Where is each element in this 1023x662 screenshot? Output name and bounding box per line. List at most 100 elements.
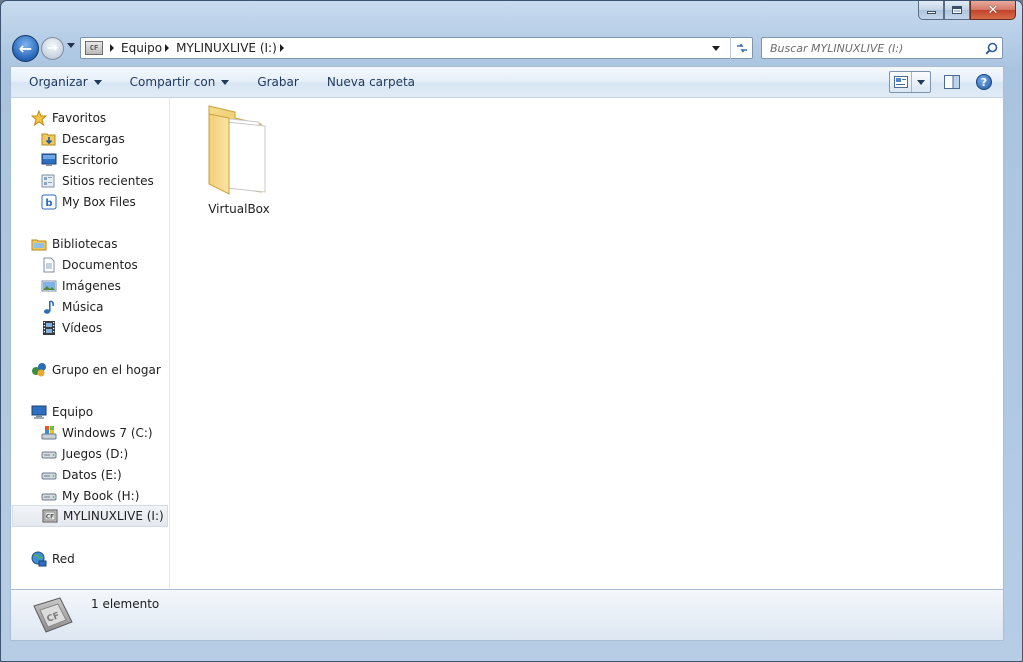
folder-label: VirtualBox bbox=[208, 202, 270, 216]
view-icon[interactable] bbox=[890, 72, 912, 92]
search-input[interactable] bbox=[770, 41, 980, 55]
caption-buttons: ✕ bbox=[918, 1, 1016, 22]
network-globe-icon bbox=[31, 551, 47, 567]
sidebar-label: MYLINUXLIVE (I:) bbox=[63, 509, 164, 523]
details-pane: CF 1 elemento bbox=[10, 589, 1004, 641]
sidebar-item-homegroup[interactable]: Grupo en el hogar bbox=[11, 359, 168, 380]
chevron-down-icon bbox=[221, 79, 230, 85]
organize-label: Organizar bbox=[29, 75, 88, 89]
sidebar-item-drive-i[interactable]: CF MYLINUXLIVE (I:) bbox=[12, 505, 168, 527]
change-view-button[interactable] bbox=[889, 71, 931, 93]
hard-drive-icon bbox=[41, 446, 57, 462]
maximize-button[interactable] bbox=[944, 1, 970, 20]
share-with-label: Compartir con bbox=[129, 75, 216, 89]
sidebar-label: Música bbox=[62, 299, 104, 314]
burn-button[interactable]: Grabar bbox=[247, 70, 309, 94]
svg-text:CF: CF bbox=[46, 514, 55, 521]
search-box[interactable] bbox=[761, 37, 1003, 59]
breadcrumb-computer[interactable]: Equipo bbox=[121, 41, 162, 55]
search-icon[interactable] bbox=[980, 42, 1002, 55]
breadcrumb-drive[interactable]: MYLINUXLIVE (I:) bbox=[176, 41, 277, 55]
sidebar-item-drive-d[interactable]: Juegos (D:) bbox=[11, 443, 168, 464]
homegroup-icon bbox=[31, 362, 47, 378]
sidebar-item-documents[interactable]: Documentos bbox=[11, 254, 168, 275]
sidebar-item-drive-c[interactable]: Windows 7 (C:) bbox=[11, 422, 168, 443]
sidebar-label: My Book (H:) bbox=[62, 488, 140, 503]
sidebar-label: Bibliotecas bbox=[52, 236, 118, 251]
sidebar-item-my-box-files[interactable]: b My Box Files bbox=[11, 191, 168, 212]
sidebar-label: Datos (E:) bbox=[62, 467, 122, 482]
svg-text:b: b bbox=[45, 198, 52, 209]
sidebar-item-desktop[interactable]: Escritorio bbox=[11, 149, 168, 170]
breadcrumb-separator-icon[interactable] bbox=[279, 44, 284, 52]
desktop-icon bbox=[41, 152, 57, 168]
file-list: VirtualBox bbox=[171, 98, 1003, 589]
box-icon: b bbox=[41, 194, 57, 210]
close-button[interactable]: ✕ bbox=[970, 1, 1016, 20]
sidebar-item-videos[interactable]: Vídeos bbox=[11, 317, 168, 338]
burn-label: Grabar bbox=[257, 75, 299, 89]
main-area: Favoritos Descargas Escritorio Sitios re… bbox=[10, 98, 1004, 589]
recent-pages-dropdown[interactable] bbox=[67, 43, 75, 48]
sidebar-item-drive-h[interactable]: My Book (H:) bbox=[11, 485, 168, 506]
sidebar-label: Favoritos bbox=[52, 110, 107, 125]
new-folder-button[interactable]: Nueva carpeta bbox=[317, 70, 425, 94]
forward-button[interactable]: → bbox=[41, 37, 64, 60]
sidebar-label: Equipo bbox=[52, 404, 94, 419]
refresh-icon bbox=[737, 43, 747, 53]
minimize-button[interactable] bbox=[918, 1, 944, 20]
minimize-icon bbox=[926, 11, 936, 14]
refresh-button[interactable] bbox=[730, 37, 753, 59]
organize-button[interactable]: Organizar bbox=[19, 70, 112, 94]
windows-drive-icon bbox=[41, 425, 57, 441]
navigation-pane: Favoritos Descargas Escritorio Sitios re… bbox=[11, 98, 170, 589]
sidebar-item-computer[interactable]: Equipo bbox=[11, 401, 168, 422]
maximize-icon bbox=[952, 6, 962, 14]
share-with-button[interactable]: Compartir con bbox=[120, 70, 240, 94]
sidebar-label: Red bbox=[52, 551, 75, 566]
recent-places-icon bbox=[41, 173, 57, 189]
compact-flash-drive-icon: CF bbox=[42, 508, 58, 524]
new-folder-label: Nueva carpeta bbox=[326, 75, 416, 89]
sidebar-label: Sitios recientes bbox=[62, 173, 154, 188]
breadcrumb-separator-icon[interactable] bbox=[165, 44, 170, 52]
preview-pane-icon bbox=[944, 75, 960, 89]
sidebar-label: Imágenes bbox=[62, 278, 121, 293]
star-icon bbox=[31, 109, 47, 126]
sidebar-item-favorites[interactable]: Favoritos bbox=[11, 107, 168, 128]
sidebar-item-network[interactable]: Red bbox=[11, 548, 168, 569]
music-note-icon bbox=[41, 299, 57, 315]
downloads-folder-icon bbox=[41, 131, 57, 147]
sidebar-label: Windows 7 (C:) bbox=[62, 425, 153, 440]
sidebar-item-pictures[interactable]: Imágenes bbox=[11, 275, 168, 296]
drive-icon: CF bbox=[85, 41, 103, 55]
sidebar-item-drive-e[interactable]: Datos (E:) bbox=[11, 464, 168, 485]
sidebar-item-music[interactable]: Música bbox=[11, 296, 168, 317]
folder-item[interactable]: VirtualBox bbox=[189, 104, 289, 219]
sidebar-item-downloads[interactable]: Descargas bbox=[11, 128, 168, 149]
command-bar: Organizar Compartir con Grabar Nueva car… bbox=[10, 66, 1004, 98]
chevron-down-icon bbox=[917, 79, 925, 85]
compact-flash-drive-icon: CF bbox=[29, 593, 75, 637]
address-history-dropdown[interactable] bbox=[712, 45, 720, 51]
folder-icon bbox=[208, 105, 266, 195]
sidebar-item-libraries[interactable]: Bibliotecas bbox=[11, 233, 168, 254]
documents-icon bbox=[41, 257, 57, 273]
breadcrumb-separator-icon[interactable] bbox=[110, 44, 114, 52]
help-button[interactable]: ? bbox=[973, 71, 995, 93]
sidebar-label: Vídeos bbox=[62, 320, 103, 335]
back-button[interactable]: ← bbox=[12, 35, 39, 62]
sidebar-item-recent-places[interactable]: Sitios recientes bbox=[11, 170, 168, 191]
hard-drive-icon bbox=[41, 467, 57, 483]
close-icon: ✕ bbox=[987, 2, 999, 18]
address-bar[interactable]: CF Equipo MYLINUXLIVE (I:) bbox=[80, 37, 753, 59]
item-count: 1 elemento bbox=[91, 597, 160, 611]
hard-drive-icon bbox=[41, 488, 57, 504]
preview-pane-button[interactable] bbox=[941, 71, 963, 93]
view-options-dropdown[interactable] bbox=[912, 79, 930, 85]
sidebar-label: Juegos (D:) bbox=[62, 446, 129, 461]
back-arrow-icon: ← bbox=[18, 39, 33, 58]
sidebar-label: My Box Files bbox=[62, 194, 136, 209]
forward-arrow-icon: → bbox=[47, 41, 58, 56]
libraries-icon bbox=[31, 236, 47, 252]
